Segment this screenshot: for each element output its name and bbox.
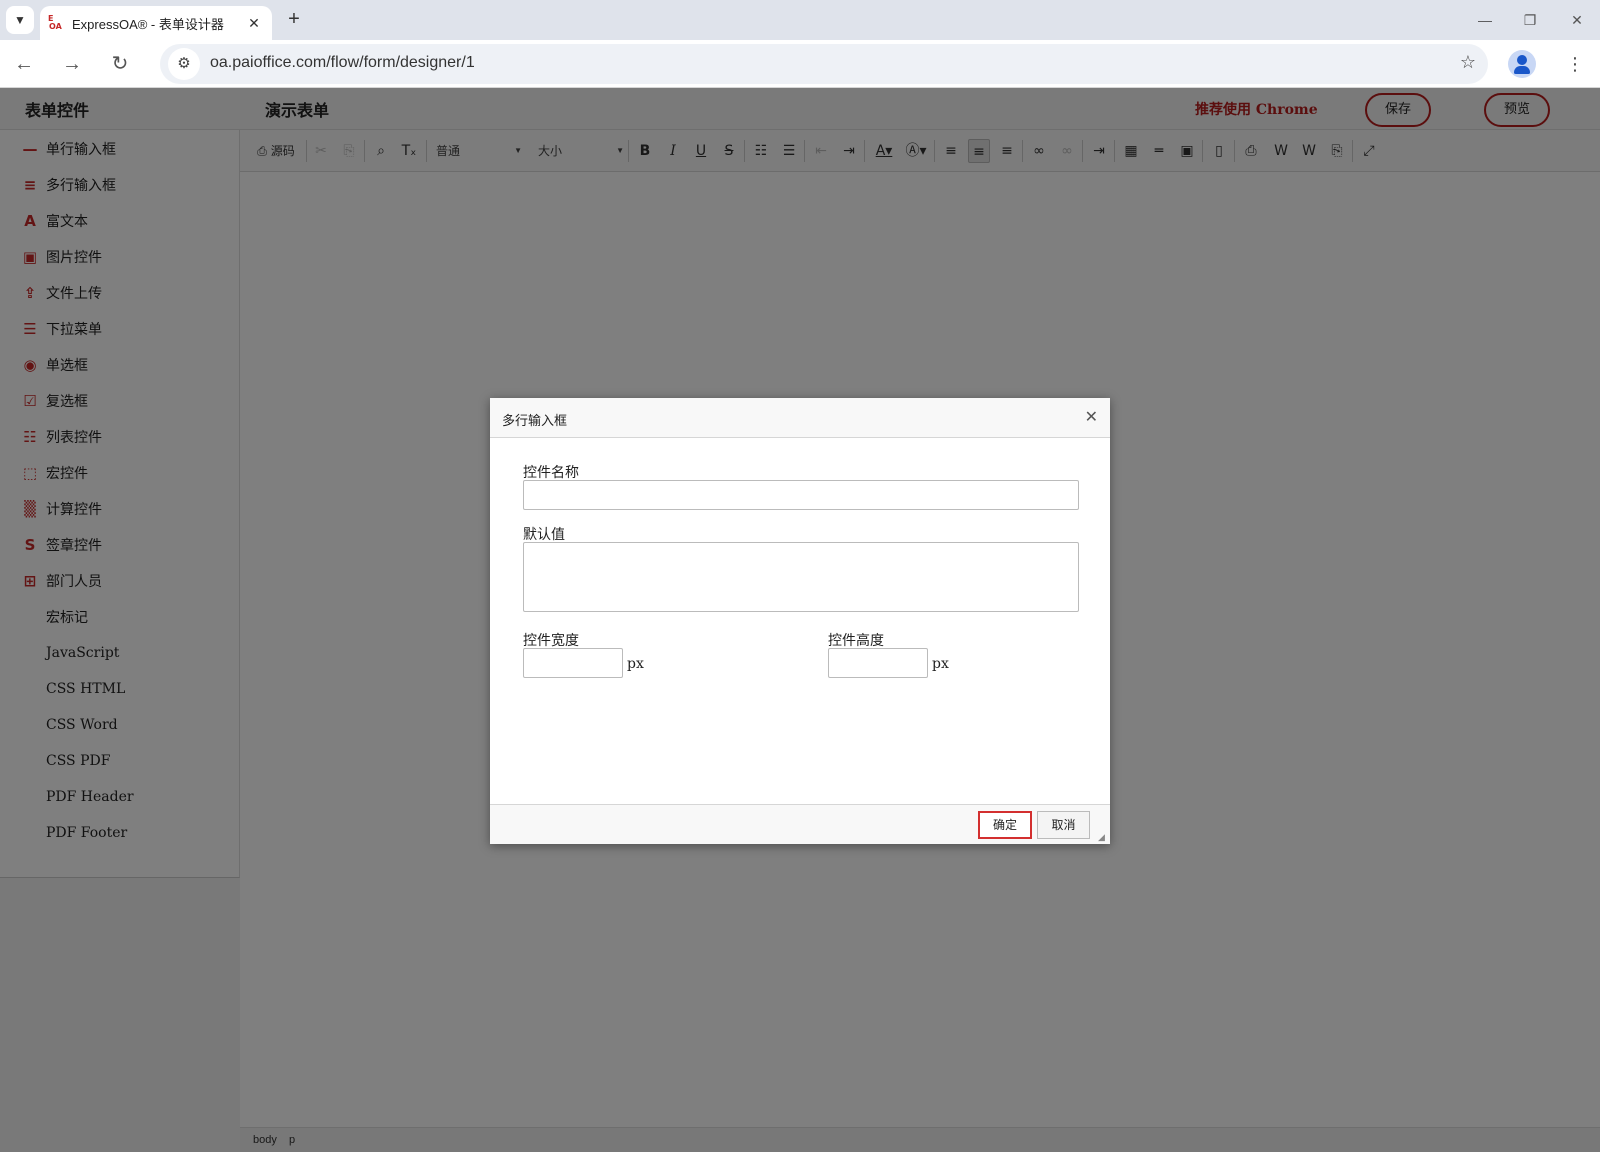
- close-icon[interactable]: ✕: [1085, 407, 1098, 427]
- browser-tab-bar: ▼ E OA ExpressOA® - 表单设计器 ✕ + — ❐ ✕: [0, 0, 1600, 40]
- new-tab-button[interactable]: +: [282, 8, 306, 32]
- control-name-label: 控件名称: [523, 465, 579, 481]
- default-value-textarea[interactable]: [523, 542, 1079, 612]
- window-close-icon[interactable]: ✕: [1562, 8, 1592, 32]
- default-value-label: 默认值: [523, 527, 565, 543]
- dialog-footer: 确定 取消 ◢: [490, 804, 1110, 844]
- expressoa-favicon-icon: E OA: [48, 14, 62, 31]
- dialog-title: 多行输入框: [502, 413, 568, 428]
- restore-icon[interactable]: ❐: [1515, 8, 1545, 32]
- control-width-input[interactable]: [523, 648, 623, 678]
- tab-close-icon[interactable]: ✕: [244, 15, 264, 32]
- profile-avatar-icon[interactable]: [1508, 50, 1536, 78]
- url-text[interactable]: oa.paioffice.com/flow/form/designer/1: [210, 54, 475, 72]
- control-height-label: 控件高度: [828, 633, 884, 649]
- control-width-label: 控件宽度: [523, 633, 579, 649]
- bookmark-star-icon[interactable]: ☆: [1460, 52, 1476, 73]
- multi-line-input-dialog: 多行输入框 ✕ 控件名称 默认值 控件宽度 px 控件高度 px 确定 取消 ◢: [490, 398, 1110, 844]
- browser-address-bar: ← → ↻ ⚙ oa.paioffice.com/flow/form/desig…: [0, 40, 1600, 88]
- site-settings-icon[interactable]: ⚙: [168, 48, 200, 80]
- minimize-icon[interactable]: —: [1470, 8, 1500, 32]
- back-arrow-icon[interactable]: ←: [8, 48, 40, 80]
- url-bar[interactable]: ⚙ oa.paioffice.com/flow/form/designer/1 …: [160, 44, 1488, 84]
- browser-tab-active[interactable]: E OA ExpressOA® - 表单设计器 ✕: [40, 6, 272, 40]
- cancel-button[interactable]: 取消: [1037, 811, 1090, 839]
- tab-title: ExpressOA® - 表单设计器: [72, 16, 224, 32]
- reload-icon[interactable]: ↻: [104, 48, 136, 80]
- confirm-button[interactable]: 确定: [978, 811, 1032, 839]
- height-unit: px: [932, 656, 949, 672]
- control-name-input[interactable]: [523, 480, 1079, 510]
- tab-search-button[interactable]: ▼: [6, 6, 34, 34]
- dialog-header: 多行输入框 ✕: [490, 398, 1110, 438]
- browser-menu-icon[interactable]: ⋮: [1566, 52, 1584, 76]
- resize-grip-icon[interactable]: ◢: [1098, 832, 1108, 842]
- chevron-down-icon: ▼: [14, 13, 26, 27]
- control-height-input[interactable]: [828, 648, 928, 678]
- forward-arrow-icon[interactable]: →: [56, 48, 88, 80]
- width-unit: px: [627, 656, 644, 672]
